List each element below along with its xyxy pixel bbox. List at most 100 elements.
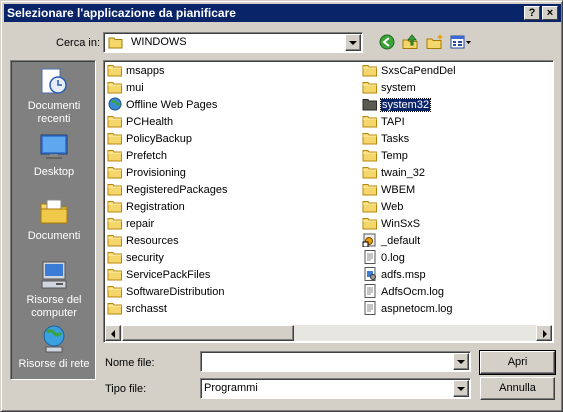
filename-combobox[interactable] [200,351,471,372]
file-item[interactable]: aspnetocm.log [362,301,453,317]
file-item[interactable]: Temp [362,148,408,164]
up-folder-button[interactable] [401,32,421,52]
place-network[interactable]: Risorse di rete [11,323,97,371]
chevron-down-icon [457,360,465,364]
file-name: _default [381,235,421,247]
new-folder-icon [426,34,443,49]
file-item[interactable]: Tasks [362,131,409,147]
file-item[interactable]: TAPI [362,114,405,130]
back-button[interactable] [377,32,397,52]
file-name: RegisteredPackages [126,184,228,196]
place-my-computer[interactable]: Risorse del computer [11,259,97,320]
msp-file-icon [364,267,376,282]
file-item[interactable]: ServicePackFiles [107,267,210,283]
file-item[interactable]: msapps [107,63,165,79]
file-name: PCHealth [126,116,174,128]
folder-icon [107,133,122,145]
my-computer-icon [41,261,67,289]
lookin-dropdown-button[interactable] [345,34,361,51]
cancel-button[interactable]: Annulla [480,377,555,400]
text-file-icon [364,250,376,265]
filename-label: Nome file: [105,357,155,369]
text-file-icon [364,301,376,316]
filetype-label: Tipo file: [105,383,147,395]
views-menu-button[interactable] [449,32,473,52]
filename-dropdown-button[interactable] [453,353,469,370]
scroll-left-button[interactable] [105,325,121,341]
file-item[interactable]: system [362,80,416,96]
file-name: ServicePackFiles [126,269,211,281]
chevron-down-icon [349,41,357,45]
file-item[interactable]: system32 [362,97,432,113]
file-item[interactable]: RegisteredPackages [107,182,228,198]
open-button[interactable]: Apri [479,350,556,375]
file-item[interactable]: WinSxS [362,216,420,232]
file-item[interactable]: 0.log [362,250,405,266]
place-recent-documents[interactable]: Documenti recenti [11,65,97,126]
scroll-right-button[interactable] [536,325,552,341]
folder-icon [362,201,377,213]
network-icon [43,325,65,353]
folder-icon [107,286,122,298]
file-item[interactable]: twain_32 [362,165,425,181]
file-item[interactable]: Provisioning [107,165,186,181]
recent-documents-icon [41,68,67,94]
new-folder-button[interactable] [425,32,445,52]
shortcut-file-icon [362,233,376,248]
file-list[interactable]: msapps mui Offline Web Pages PCHealth Policy… [103,60,554,343]
scroll-thumb[interactable] [122,325,294,341]
file-name: mui [126,82,144,94]
place-desktop[interactable]: Desktop [11,131,97,179]
filetype-dropdown-button[interactable] [453,380,469,397]
file-item[interactable]: Registration [107,199,185,215]
folder-icon [107,252,122,264]
file-item[interactable]: PCHealth [107,114,173,130]
file-item[interactable]: Web [362,199,403,215]
file-name: system32 [379,98,432,112]
file-item[interactable]: AdfsOcm.log [362,284,444,300]
close-button[interactable]: × [542,6,558,20]
file-name: Tasks [381,133,410,145]
file-item[interactable]: repair [107,216,154,232]
file-item[interactable]: adfs.msp [362,267,426,283]
file-name: SoftwareDistribution [126,286,225,298]
file-name: 0.log [381,252,405,264]
file-item[interactable]: _default [362,233,420,249]
file-dialog-window: Selezionare l'applicazione da pianificar… [0,0,563,412]
file-name: adfs.msp [381,269,426,281]
file-name: PolicyBackup [126,133,193,145]
folder-icon [107,65,122,77]
file-item[interactable]: SxsCaPendDel [362,63,456,79]
folder-icon [362,218,377,230]
file-name: Registration [126,201,185,213]
file-name: msapps [126,65,165,77]
views-menu-icon [450,35,471,49]
places-bar: Documenti recenti Desktop Documenti Riso… [10,60,96,380]
file-item[interactable]: srchasst [107,301,167,317]
lookin-combobox[interactable]: WINDOWS [103,32,363,53]
filetype-combobox[interactable]: Programmi [200,378,471,399]
file-item[interactable]: WBEM [362,182,415,198]
file-item[interactable]: security [107,250,164,266]
file-item[interactable]: Resources [107,233,179,249]
file-item[interactable]: PolicyBackup [107,131,192,147]
folder-icon [362,65,377,77]
file-name: Web [381,201,404,213]
place-documents[interactable]: Documenti [11,195,97,243]
globe-folder-icon [108,97,122,111]
folder-icon [362,99,377,111]
back-arrow-icon [379,34,395,50]
file-item[interactable]: mui [107,80,144,96]
horizontal-scrollbar[interactable] [105,325,552,341]
folder-icon [107,184,122,196]
file-item[interactable]: Offline Web Pages [107,97,217,113]
file-item[interactable]: SoftwareDistribution [107,284,224,300]
place-label: Documenti [27,230,81,242]
desktop-icon [40,134,68,159]
arrow-right-icon [543,330,547,338]
file-item[interactable]: Prefetch [107,148,167,164]
help-button[interactable]: ? [524,6,540,20]
file-name: twain_32 [381,167,426,179]
file-name: AdfsOcm.log [381,286,444,298]
folder-icon [107,150,122,162]
